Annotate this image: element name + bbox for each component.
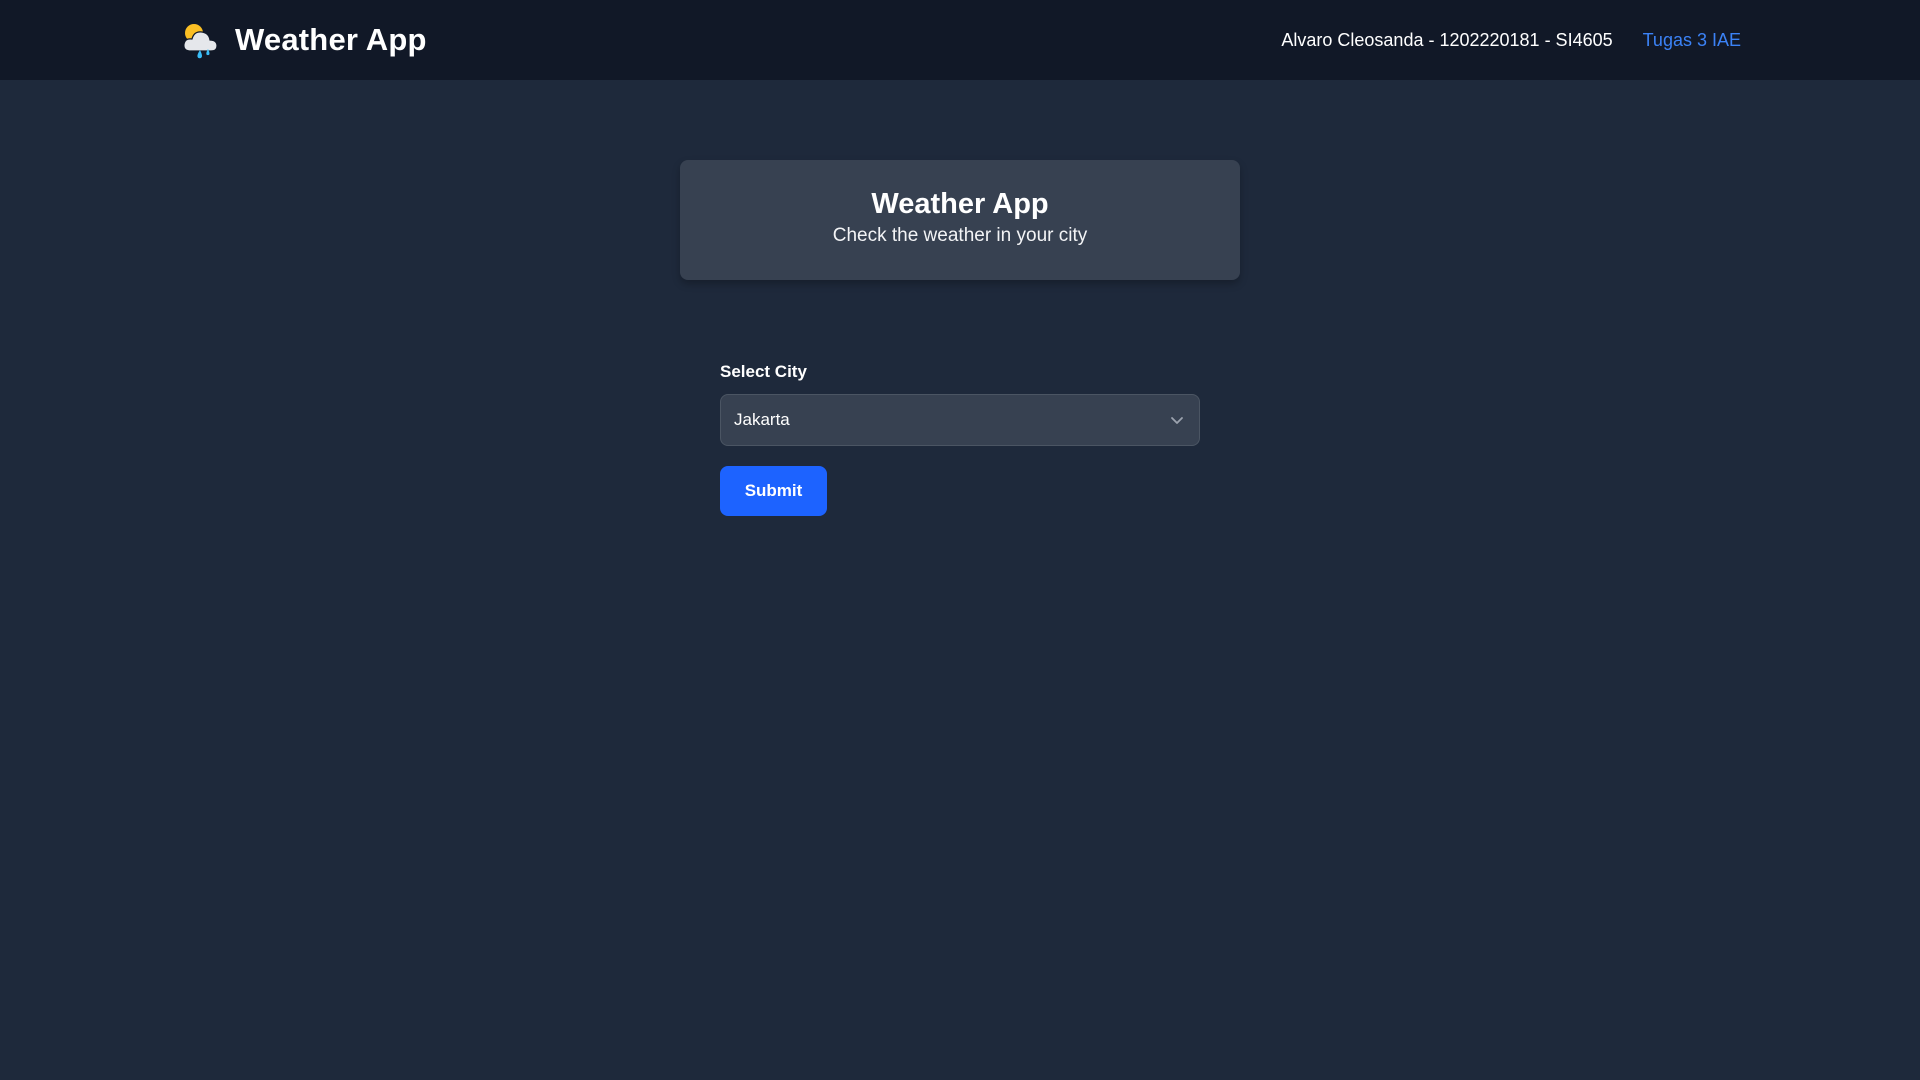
hero-subtitle: Check the weather in your city [832,225,1088,246]
navbar-right: Alvaro Cleosanda - 1202220181 - SI4605 T… [1281,0,1741,80]
brand-title: Weather App [235,22,427,57]
hero-title: Weather App [871,188,1049,220]
weather-cloud-sun-rain-icon [179,19,221,61]
hero-card: Weather App Check the weather in your ci… [680,160,1240,280]
tugas-link[interactable]: Tugas 3 IAE [1643,30,1741,51]
city-select-label: Select City [720,362,807,381]
city-select-value: Jakarta [734,410,790,429]
city-select[interactable]: Jakarta [720,394,1200,446]
user-info: Alvaro Cleosanda - 1202220181 - SI4605 [1281,29,1613,50]
brand[interactable]: Weather App [179,18,427,62]
city-form: Select City Jakarta Submit [720,360,1200,516]
submit-button[interactable]: Submit [720,466,827,516]
navbar: Weather App Alvaro Cleosanda - 120222018… [0,0,1920,80]
